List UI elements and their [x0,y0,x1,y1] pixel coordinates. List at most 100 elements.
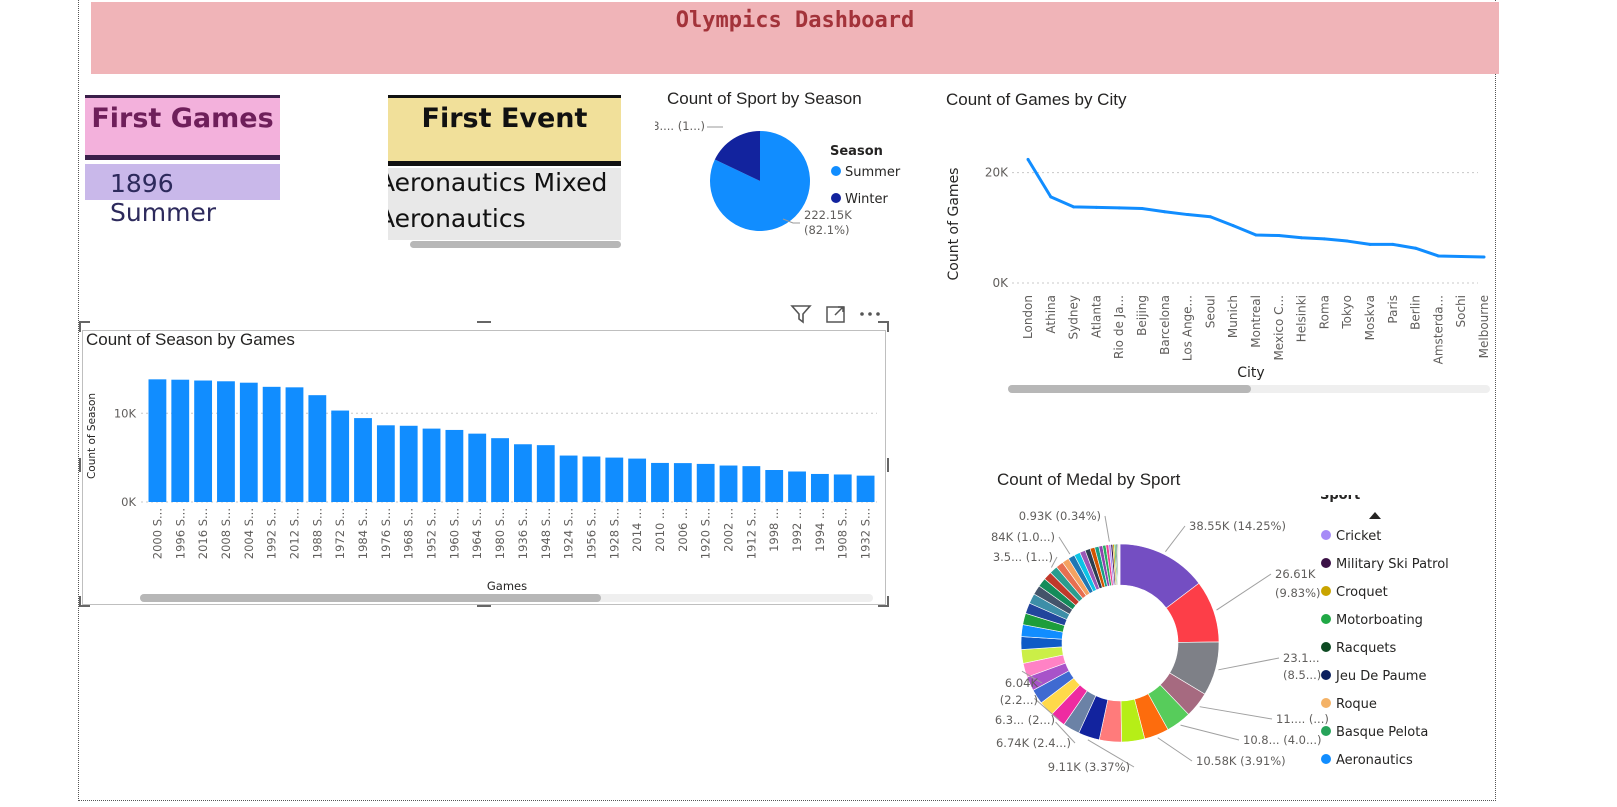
legend-marker [1321,726,1331,736]
x-tick-label: Rio de Ja... [1112,295,1126,359]
line-point[interactable] [1231,224,1235,228]
line-point[interactable] [1254,233,1258,237]
games-by-city-line-chart[interactable]: 0K 20K Count of Games London Athina Sydney Atl… [940,115,1500,400]
donut-leader-line [1058,536,1071,555]
line-point[interactable] [1072,205,1076,209]
donut-data-label: (2.2...) [1000,693,1038,707]
line-point[interactable] [1208,215,1212,219]
x-tick-label: Beijing [1135,295,1149,336]
first-event-card[interactable]: First Event Aeronautics Mixed Aeronautic… [388,95,621,250]
line-point[interactable] [1277,234,1281,238]
line-point[interactable] [1163,210,1167,214]
x-tick-label: Paris [1386,295,1400,324]
donut-data-label: 38.55K (14.25%) [1189,519,1286,533]
medal-by-sport-donut-chart[interactable]: 38.55K (14.25%) 26.61K (9.83%) 23.1... (8.5.… [990,495,1510,795]
legend-marker [1321,642,1331,652]
x-tick-label: Seoul [1203,295,1217,328]
line-point[interactable] [1345,239,1349,243]
x-axis-title: City [1237,365,1264,381]
donut-leader-line [1165,525,1186,552]
x-tick-label: Mexico C... [1272,295,1286,361]
legend-item-winter[interactable]: Winter [845,192,889,207]
x-tick-label: Helsinki [1295,295,1309,342]
visual-resize-handles[interactable] [78,320,890,610]
scrollbar-thumb[interactable] [1008,385,1251,393]
first-games-value: 1896 Summer [110,169,217,227]
donut-leader-line [1104,515,1110,542]
pie-data-label: 222.15K [804,208,852,222]
donut-leader-line [1216,573,1272,611]
line-point[interactable] [1140,206,1144,210]
x-tick-label: Sydney [1067,295,1081,339]
donut-data-label: 23.1... [1283,651,1320,665]
donut-data-label: 26.61K [1275,567,1316,581]
x-tick-label: Barcelona [1158,295,1172,355]
line-point[interactable] [1414,246,1418,250]
line-point[interactable] [1300,236,1304,240]
donut-data-label: 6.3... (2...) [995,713,1055,727]
first-event-scrollbar[interactable] [410,241,621,248]
sport-by-season-title: Count of Sport by Season [667,89,862,108]
x-tick-label: Athina [1044,295,1058,334]
line-point[interactable] [1186,213,1190,217]
dashboard-title: Olympics Dashboard [675,8,915,33]
legend-marker [1321,530,1331,540]
y-axis-title: Count of Games [946,168,962,281]
donut-leader-line [1157,737,1193,762]
legend-item[interactable]: Military Ski Patrol [1336,557,1449,572]
focus-mode-icon[interactable] [825,304,847,324]
line-point[interactable] [1117,206,1121,210]
legend-marker [1321,586,1331,596]
line-point[interactable] [1459,255,1463,259]
legend-item[interactable]: Aeronautics [1336,753,1413,768]
x-tick-label: Atlanta [1089,295,1103,338]
x-tick-label: Amsterda... [1431,295,1445,364]
donut-leader-line [1180,724,1240,741]
x-tick-label: Montreal [1249,295,1263,348]
legend-item-summer[interactable]: Summer [845,165,901,180]
games-by-city-title: Count of Games by City [946,90,1127,109]
y-tick-label: 0K [992,276,1009,290]
line-point[interactable] [1482,255,1486,259]
first-games-label: First Games [91,103,274,134]
line-point[interactable] [1049,195,1053,199]
legend-marker [1321,670,1331,680]
pie-data-label: (82.1%) [804,223,850,237]
legend-item[interactable]: Motorboating [1336,613,1423,628]
legend-item[interactable]: Croquet [1336,585,1388,600]
x-tick-label: Melbourne [1477,295,1491,358]
pie-data-label: 48.... (1...) [655,119,705,133]
x-tick-label: Tokyo [1340,295,1354,330]
first-event-row: Aeronautics Mixed [388,168,608,197]
legend-item[interactable]: Roque [1336,697,1377,712]
more-options-icon[interactable] [858,304,882,324]
donut-slice[interactable] [1119,543,1121,586]
legend-item[interactable]: Cricket [1336,529,1381,544]
donut-data-label: 3.5... (1...) [993,550,1053,564]
legend-marker [1321,754,1331,764]
donut-data-label: 11.... (...) [1276,712,1329,726]
legend-item[interactable]: Basque Pelota [1336,725,1428,740]
first-event-label: First Event [421,103,588,134]
sport-by-season-pie-chart[interactable]: 222.15K(82.1%) 48.... (1...) Season Summer W… [655,115,925,255]
legend-title: Season [830,144,883,159]
legend-sort-arrow-icon[interactable] [1369,512,1381,519]
donut-leader-line [1218,657,1280,671]
legend-item[interactable]: Racquets [1336,641,1396,656]
line-point[interactable] [1391,242,1395,246]
first-games-card[interactable]: First Games 1896 Summer [85,95,280,227]
line-point[interactable] [1026,157,1030,161]
legend-marker [1321,614,1331,624]
line-point[interactable] [1436,254,1440,258]
legend-item[interactable]: Jeu De Paume [1335,669,1426,684]
x-tick-label: Moskva [1363,295,1377,340]
legend-marker [831,166,841,176]
filter-icon[interactable] [790,304,812,324]
donut-data-label: 2.84K (1.0...) [990,530,1055,544]
line-point[interactable] [1322,237,1326,241]
donut-leader-line [1199,706,1273,720]
line-point[interactable] [1368,242,1372,246]
line-point[interactable] [1094,205,1098,209]
x-tick-label: Roma [1317,295,1331,329]
donut-data-label: 9.11K (3.37%) [1048,760,1130,774]
